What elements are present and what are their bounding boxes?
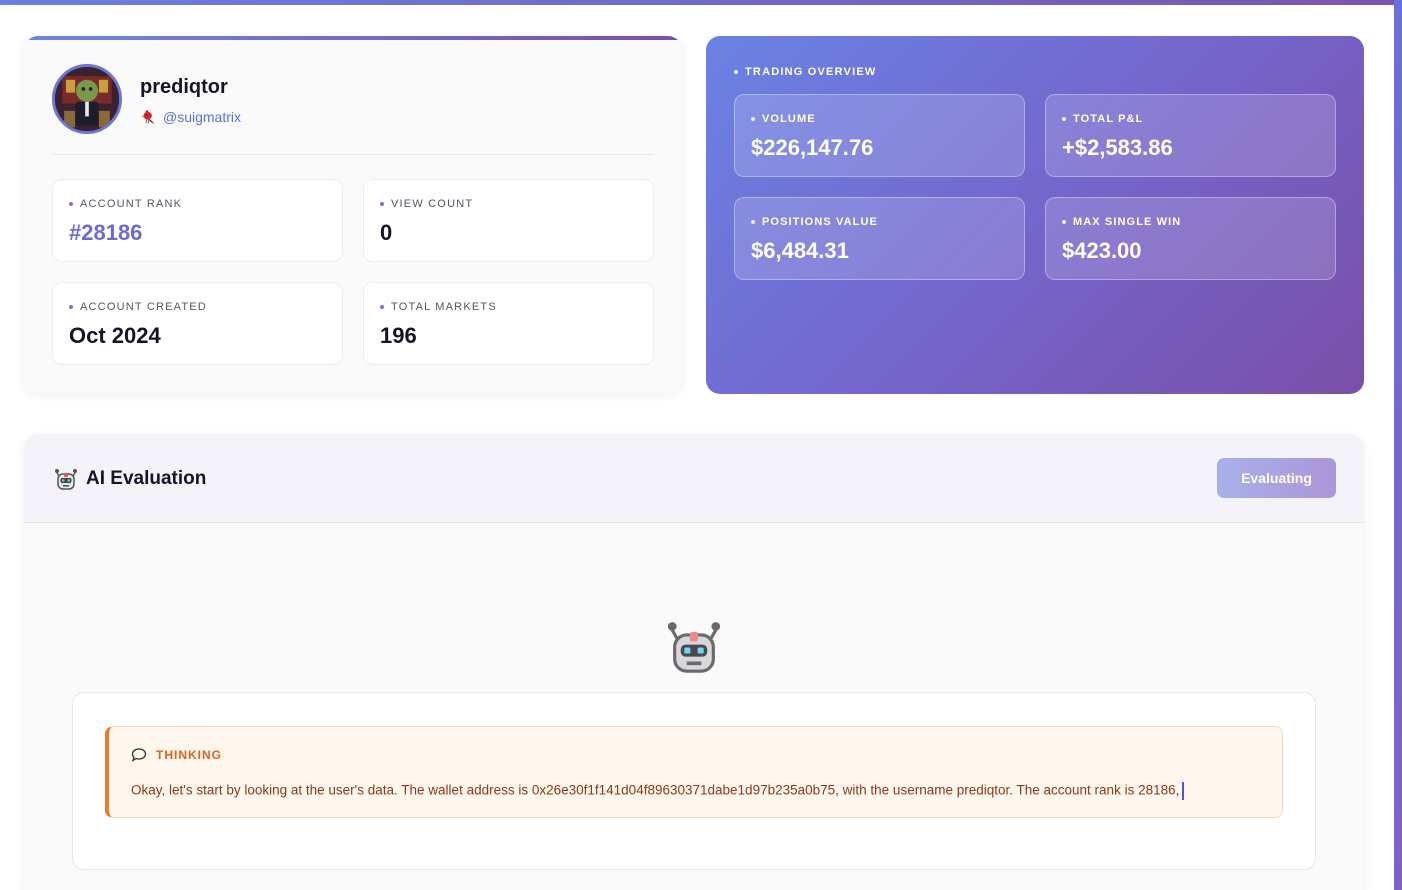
metric-label: TOTAL P&L — [1073, 113, 1144, 125]
avatar[interactable] — [52, 64, 122, 134]
metric-volume: VOLUME $226,147.76 — [734, 94, 1025, 177]
top-accent-bar — [0, 0, 1394, 5]
right-edge-scrollbar[interactable] — [1394, 0, 1402, 890]
bullet-dot-icon — [1062, 220, 1066, 224]
trading-overview-title: TRADING OVERVIEW — [745, 66, 877, 78]
metric-value: $6,484.31 — [751, 238, 849, 263]
stat-total-markets: TOTAL MARKETS 196 — [363, 282, 654, 365]
thinking-text: Okay, let's start by looking at the user… — [131, 782, 1180, 798]
profile-divider — [52, 154, 654, 155]
stat-value: #28186 — [69, 220, 143, 245]
metric-value: $423.00 — [1062, 238, 1142, 263]
stat-label: ACCOUNT CREATED — [80, 301, 207, 313]
bullet-dot-icon — [69, 305, 73, 309]
stat-value: Oct 2024 — [69, 323, 161, 348]
text-cursor — [1182, 782, 1185, 800]
thinking-box: THINKING Okay, let's start by looking at… — [105, 726, 1283, 818]
ai-evaluation-header: AI Evaluation Evaluating — [24, 434, 1364, 523]
metric-value: +$2,583.86 — [1062, 135, 1173, 160]
stat-account-rank: ACCOUNT RANK #28186 — [52, 179, 343, 262]
metric-max-single-win: MAX SINGLE WIN $423.00 — [1045, 197, 1336, 280]
trading-overview-card: TRADING OVERVIEW VOLUME $226,147.76 TOTA… — [706, 36, 1364, 394]
ai-evaluation-title: AI Evaluation — [86, 468, 207, 489]
thinking-label: THINKING — [156, 748, 222, 762]
metric-label: VOLUME — [762, 113, 816, 125]
bullet-dot-icon — [69, 202, 73, 206]
evaluating-button[interactable]: Evaluating — [1217, 458, 1336, 498]
stat-label: ACCOUNT RANK — [80, 198, 183, 210]
robot-icon — [667, 622, 721, 673]
thinking-container: THINKING Okay, let's start by looking at… — [72, 692, 1316, 870]
bullet-dot-icon — [1062, 117, 1066, 121]
bullet-dot-icon — [751, 117, 755, 121]
metric-label: POSITIONS VALUE — [762, 216, 878, 228]
metric-value: $226,147.76 — [751, 135, 874, 160]
profile-handle-text[interactable]: @suigmatrix — [163, 109, 241, 125]
profile-handle-link[interactable]: @suigmatrix — [140, 108, 241, 125]
metric-positions-value: POSITIONS VALUE $6,484.31 — [734, 197, 1025, 280]
bullet-dot-icon — [380, 305, 384, 309]
ai-evaluation-panel: AI Evaluation Evaluating THINKING Okay, … — [24, 434, 1364, 890]
profile-card: prediqtor @suigmatrix ACCOUNT RANK #2818… — [24, 36, 682, 393]
stat-label: VIEW COUNT — [391, 198, 474, 210]
stat-account-created: ACCOUNT CREATED Oct 2024 — [52, 282, 343, 365]
cardinal-bird-icon — [140, 109, 155, 125]
metric-label: MAX SINGLE WIN — [1073, 216, 1182, 228]
bullet-dot-icon — [734, 70, 738, 74]
metric-total-pnl: TOTAL P&L +$2,583.86 — [1045, 94, 1336, 177]
robot-icon — [55, 469, 77, 490]
avatar-image-icon — [55, 67, 119, 131]
bullet-dot-icon — [380, 202, 384, 206]
speech-bubble-icon — [131, 748, 147, 763]
stat-label: TOTAL MARKETS — [391, 301, 497, 313]
stat-value: 0 — [380, 220, 393, 245]
bullet-dot-icon — [751, 220, 755, 224]
stat-view-count: VIEW COUNT 0 — [363, 179, 654, 262]
stat-value: 196 — [380, 323, 417, 348]
profile-username: prediqtor — [140, 76, 228, 98]
